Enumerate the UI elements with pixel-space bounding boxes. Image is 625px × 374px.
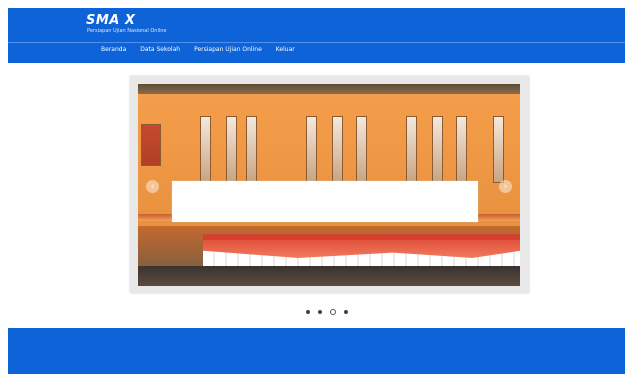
slider-dot-1[interactable]: [306, 310, 310, 314]
photo-window: [226, 116, 237, 183]
nav-item-persiapan-ujian-online[interactable]: Persiapan Ujian Online: [194, 46, 262, 53]
photo-window: [432, 116, 443, 183]
site-header: SMA X Persiapan Ujian Nasional Online Be…: [8, 8, 625, 63]
chevron-right-icon[interactable]: ›: [499, 180, 512, 193]
slider-dot-4[interactable]: [344, 310, 348, 314]
photo-roof: [138, 84, 520, 94]
slide-photo: ‹ ›: [138, 84, 520, 286]
photo-window: [406, 116, 417, 183]
nav-item-data-sekolah[interactable]: Data Sekolah: [140, 46, 180, 53]
nav-divider: [8, 42, 625, 43]
nav-item-beranda[interactable]: Beranda: [101, 46, 126, 53]
nav-item-keluar[interactable]: Keluar: [276, 46, 295, 53]
photo-window: [332, 116, 343, 183]
image-slider: ‹ ›: [130, 76, 529, 293]
photo-window: [141, 124, 161, 166]
chevron-left-icon[interactable]: ‹: [146, 180, 159, 193]
site-logo-subtitle: Persiapan Ujian Nasional Online: [87, 28, 167, 34]
photo-window: [356, 116, 367, 183]
photo-window: [200, 116, 211, 183]
slider-pagination: [306, 309, 348, 315]
photo-window: [493, 116, 504, 183]
slide-caption-box: [172, 181, 478, 222]
photo-storefront: [138, 266, 520, 286]
photo-window: [306, 116, 317, 183]
site-logo-title[interactable]: SMA X: [86, 13, 135, 28]
site-footer: [8, 328, 625, 374]
slider-dot-2[interactable]: [318, 310, 322, 314]
photo-window: [456, 116, 467, 183]
main-nav: Beranda Data Sekolah Persiapan Ujian Onl…: [101, 46, 295, 53]
slider-dot-3[interactable]: [330, 309, 336, 315]
photo-window: [246, 116, 257, 183]
